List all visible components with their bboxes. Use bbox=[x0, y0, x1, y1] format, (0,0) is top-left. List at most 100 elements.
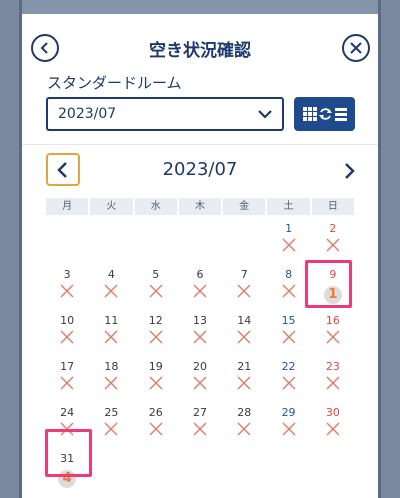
cross-icon bbox=[312, 375, 354, 393]
calendar-day: 22 bbox=[267, 358, 309, 404]
weekday-label: 月 bbox=[46, 198, 89, 215]
available-count-badge[interactable]: 4 bbox=[58, 470, 77, 488]
page-title: 空き状況確認 bbox=[149, 41, 251, 61]
next-month-button[interactable] bbox=[338, 159, 360, 183]
calendar-blank-cell bbox=[90, 220, 132, 266]
day-number: 17 bbox=[60, 360, 75, 373]
day-number: 28 bbox=[237, 406, 252, 419]
close-circle-icon bbox=[350, 42, 362, 54]
day-number: 24 bbox=[60, 406, 75, 419]
calendar-day: 8 bbox=[267, 266, 309, 312]
day-number: 19 bbox=[148, 360, 163, 373]
month-select[interactable]: 2023/07 bbox=[46, 97, 284, 131]
day-number: 8 bbox=[285, 268, 293, 281]
day-number: 26 bbox=[148, 406, 163, 419]
calendar-day: 11 bbox=[90, 312, 132, 358]
weekday-label: 火 bbox=[90, 198, 133, 215]
day-number: 23 bbox=[325, 360, 340, 373]
calendar-day: 20 bbox=[179, 358, 221, 404]
cross-icon bbox=[46, 421, 88, 439]
cross-icon bbox=[135, 329, 177, 347]
cross-icon bbox=[267, 237, 309, 255]
day-number: 1 bbox=[285, 222, 293, 235]
calendar-month-title: 2023/07 bbox=[162, 159, 238, 180]
day-number: 11 bbox=[104, 314, 119, 327]
cross-icon bbox=[267, 375, 309, 393]
day-number: 25 bbox=[104, 406, 119, 419]
grid-refresh-list-icon bbox=[302, 107, 347, 121]
cross-icon bbox=[267, 421, 309, 439]
calendar-day: 24 bbox=[46, 404, 88, 450]
calendar-blank-cell bbox=[179, 220, 221, 266]
weekday-label: 水 bbox=[134, 198, 177, 215]
day-number: 15 bbox=[281, 314, 296, 327]
calendar-day: 27 bbox=[179, 404, 221, 450]
day-number: 21 bbox=[237, 360, 252, 373]
calendar-day: 12 bbox=[135, 312, 177, 358]
calendar-day: 10 bbox=[46, 312, 88, 358]
cross-icon bbox=[267, 329, 309, 347]
calendar-day: 28 bbox=[223, 404, 265, 450]
cross-icon bbox=[135, 375, 177, 393]
day-number: 20 bbox=[192, 360, 207, 373]
cross-icon bbox=[135, 421, 177, 439]
day-number: 12 bbox=[148, 314, 163, 327]
calendar-day: 21 bbox=[223, 358, 265, 404]
calendar-day: 1 bbox=[267, 220, 309, 266]
day-number: 30 bbox=[325, 406, 340, 419]
cross-icon bbox=[46, 375, 88, 393]
weekday-label: 金 bbox=[223, 198, 266, 215]
cross-icon bbox=[223, 421, 265, 439]
calendar-day: 25 bbox=[90, 404, 132, 450]
month-select-value: 2023/07 bbox=[58, 106, 117, 122]
calendar-blank-cell bbox=[46, 220, 88, 266]
day-number: 10 bbox=[60, 314, 75, 327]
calendar-day: 3 bbox=[46, 266, 88, 312]
availability-panel: 空き状況確認 スタンダードルーム 2023/07 2023/07 月 火 水 木… bbox=[22, 14, 378, 498]
weekday-header: 月火水木金土日 bbox=[46, 198, 354, 215]
day-number: 5 bbox=[152, 268, 160, 281]
day-number: 22 bbox=[281, 360, 296, 373]
cross-icon bbox=[312, 421, 354, 439]
cross-icon bbox=[90, 283, 132, 301]
calendar-day: 4 bbox=[90, 266, 132, 312]
day-number: 14 bbox=[237, 314, 252, 327]
available-count-badge[interactable]: 1 bbox=[323, 286, 342, 304]
calendar-day: 14 bbox=[223, 312, 265, 358]
calendar-day: 19 bbox=[135, 358, 177, 404]
day-number: 27 bbox=[192, 406, 207, 419]
calendar-day: 15 bbox=[267, 312, 309, 358]
cross-icon bbox=[267, 283, 309, 301]
cross-icon bbox=[179, 375, 221, 393]
calendar-blank-cell bbox=[135, 220, 177, 266]
day-number: 9 bbox=[329, 268, 337, 281]
calendar-day: 2 bbox=[312, 220, 354, 266]
cross-icon bbox=[90, 421, 132, 439]
divider bbox=[22, 144, 378, 145]
day-number: 4 bbox=[107, 268, 115, 281]
day-number: 13 bbox=[192, 314, 207, 327]
cross-icon bbox=[135, 283, 177, 301]
calendar-blank-cell bbox=[223, 220, 265, 266]
calendar-day: 5 bbox=[135, 266, 177, 312]
calendar-day[interactable]: 91 bbox=[312, 266, 354, 312]
calendar-day[interactable]: 31 4 bbox=[46, 450, 88, 496]
cross-icon bbox=[312, 329, 354, 347]
calendar-day: 26 bbox=[135, 404, 177, 450]
view-toggle-button[interactable] bbox=[294, 97, 355, 131]
cross-icon bbox=[223, 375, 265, 393]
day-number: 29 bbox=[281, 406, 296, 419]
cross-icon bbox=[223, 283, 265, 301]
background-frame-right bbox=[378, 0, 400, 498]
calendar-day: 13 bbox=[179, 312, 221, 358]
room-name: スタンダードルーム bbox=[47, 74, 182, 92]
cross-icon bbox=[90, 329, 132, 347]
day-number: 2 bbox=[329, 222, 337, 235]
cross-icon bbox=[46, 283, 88, 301]
cross-icon bbox=[90, 375, 132, 393]
calendar-day: 17 bbox=[46, 358, 88, 404]
weekday-label: 木 bbox=[178, 198, 222, 215]
calendar-day: 29 bbox=[267, 404, 309, 450]
close-button[interactable] bbox=[342, 34, 370, 62]
background-frame-top bbox=[0, 0, 400, 14]
